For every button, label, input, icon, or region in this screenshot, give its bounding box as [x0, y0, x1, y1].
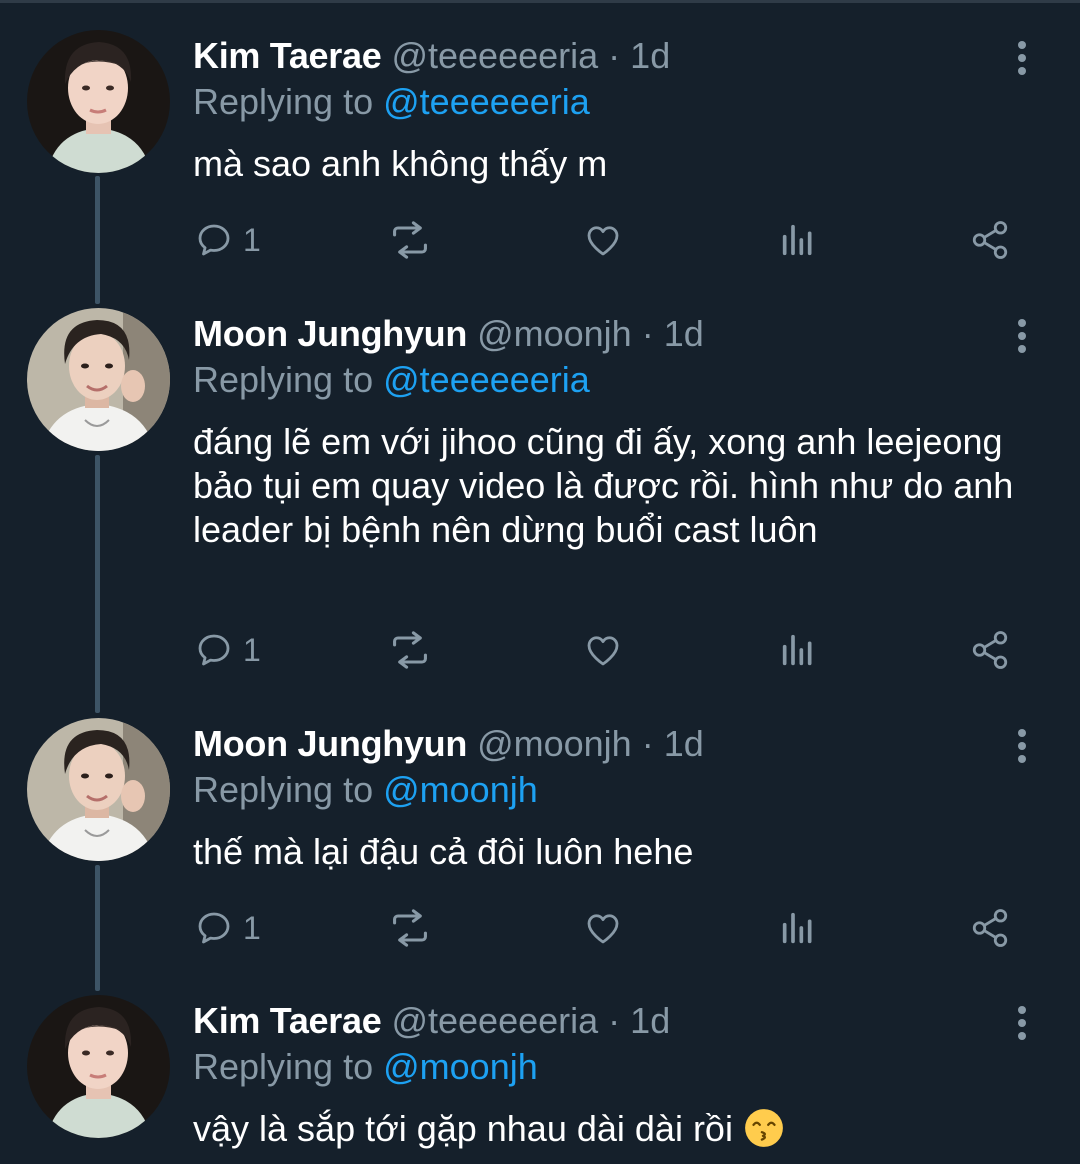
share-button[interactable]	[968, 903, 1012, 953]
separator-dot: ·	[608, 1000, 621, 1041]
reply-icon	[198, 634, 230, 666]
analytics-icon	[782, 634, 812, 666]
tweet-text: thế mà lại đậu cả đôi luôn hehe	[193, 831, 694, 872]
action-bar: 1	[193, 215, 1023, 265]
retweet-button[interactable]	[386, 625, 434, 675]
share-icon	[972, 909, 1008, 947]
display-name[interactable]: Moon Junghyun	[193, 723, 467, 764]
kissing-smiling-eyes-emoji	[745, 1109, 783, 1147]
replying-prefix: Replying to	[193, 769, 374, 810]
retweet-button[interactable]	[386, 215, 434, 265]
user-handle[interactable]: @teeeeeeria	[391, 35, 598, 76]
timestamp[interactable]: 1d	[664, 313, 704, 354]
reply-count: 1	[243, 221, 261, 258]
action-bar: 1	[193, 903, 1023, 953]
share-button[interactable]	[968, 215, 1012, 265]
reply-icon	[198, 224, 230, 256]
avatar-moon-junghyun[interactable]	[27, 308, 170, 451]
retweet-icon	[393, 221, 427, 259]
replying-to: Replying to @teeeeeeria	[193, 80, 590, 124]
reply-count: 1	[243, 631, 261, 668]
retweet-button[interactable]	[386, 903, 434, 953]
reply-button[interactable]: 1	[193, 215, 261, 265]
share-icon	[972, 221, 1008, 259]
user-handle[interactable]: @teeeeeeria	[391, 1000, 598, 1041]
analytics-button[interactable]	[778, 215, 818, 265]
user-handle[interactable]: @moonjh	[477, 723, 632, 764]
reply-icon	[198, 912, 230, 944]
like-icon	[587, 914, 619, 944]
reply-target-link[interactable]: @moonjh	[383, 1046, 538, 1087]
action-bar: 1	[193, 625, 1023, 675]
replying-to: Replying to @teeeeeeria	[193, 358, 590, 402]
tweet-header: Moon Junghyun @moonjh · 1d	[193, 312, 704, 356]
replying-to: Replying to @moonjh	[193, 1045, 538, 1089]
retweet-icon	[393, 909, 427, 947]
tweet-header: Moon Junghyun @moonjh · 1d	[193, 722, 704, 766]
more-icon[interactable]	[1008, 724, 1036, 768]
tweet-header: Kim Taerae @teeeeeeria · 1d	[193, 34, 670, 78]
thread-line	[95, 455, 100, 713]
display-name[interactable]: Moon Junghyun	[193, 313, 467, 354]
reply-button[interactable]: 1	[193, 625, 261, 675]
replying-prefix: Replying to	[193, 1046, 374, 1087]
share-icon	[972, 631, 1008, 669]
like-button[interactable]	[581, 903, 625, 953]
like-button[interactable]	[581, 625, 625, 675]
thread-line	[95, 865, 100, 991]
display-name[interactable]: Kim Taerae	[193, 35, 382, 76]
replying-to: Replying to @moonjh	[193, 768, 538, 812]
tweet-text: mà sao anh không thấy m	[193, 143, 608, 184]
share-button[interactable]	[968, 625, 1012, 675]
separator-dot: ·	[641, 313, 654, 354]
analytics-button[interactable]	[778, 625, 818, 675]
like-icon	[587, 226, 619, 256]
like-button[interactable]	[581, 215, 625, 265]
tweet-text: đáng lẽ em với jihoo cũng đi ấy, xong an…	[193, 421, 1014, 550]
retweet-icon	[393, 631, 427, 669]
reply-target-link[interactable]: @teeeeeeria	[383, 359, 590, 400]
separator-dot: ·	[641, 723, 654, 764]
reply-target-link[interactable]: @moonjh	[383, 769, 538, 810]
separator-dot: ·	[608, 35, 621, 76]
reply-count: 1	[243, 909, 261, 946]
tweet-text: vậy là sắp tới gặp nhau dài dài rồi	[193, 1108, 733, 1149]
display-name[interactable]: Kim Taerae	[193, 1000, 382, 1041]
avatar-kim-taerae[interactable]	[27, 995, 170, 1138]
like-icon	[587, 636, 619, 666]
timestamp[interactable]: 1d	[630, 35, 670, 76]
thread-line	[95, 176, 100, 304]
analytics-icon	[782, 912, 812, 944]
avatar-moon-junghyun[interactable]	[27, 718, 170, 861]
more-icon[interactable]	[1008, 314, 1036, 358]
reply-button[interactable]: 1	[193, 903, 261, 953]
replying-prefix: Replying to	[193, 359, 374, 400]
avatar-kim-taerae[interactable]	[27, 30, 170, 173]
replying-prefix: Replying to	[193, 81, 374, 122]
top-divider	[0, 0, 1080, 3]
reply-target-link[interactable]: @teeeeeeria	[383, 81, 590, 122]
timestamp[interactable]: 1d	[664, 723, 704, 764]
tweet-text-container: vậy là sắp tới gặp nhau dài dài rồi	[193, 1107, 1033, 1151]
analytics-icon	[782, 224, 812, 256]
analytics-button[interactable]	[778, 903, 818, 953]
more-icon[interactable]	[1008, 1001, 1036, 1045]
timestamp[interactable]: 1d	[630, 1000, 670, 1041]
user-handle[interactable]: @moonjh	[477, 313, 632, 354]
more-icon[interactable]	[1008, 36, 1036, 80]
tweet-header: Kim Taerae @teeeeeeria · 1d	[193, 999, 670, 1043]
